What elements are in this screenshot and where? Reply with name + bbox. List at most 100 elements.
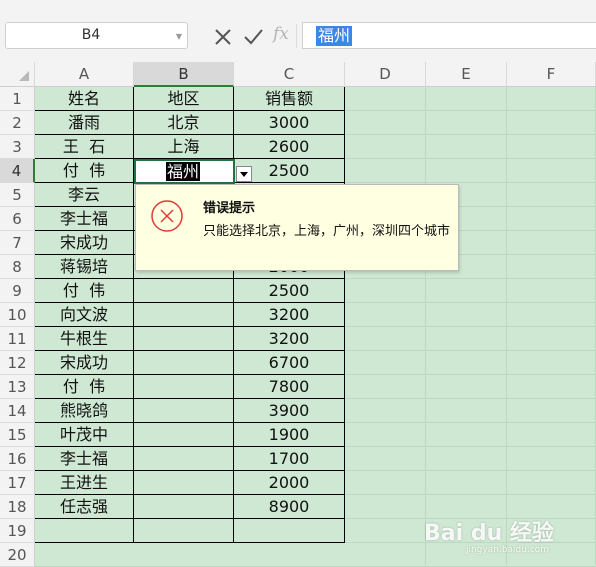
column-header-b[interactable]: B bbox=[134, 62, 234, 87]
row-header-11[interactable]: 11 bbox=[0, 327, 35, 351]
table-cell[interactable]: 李云 bbox=[35, 183, 134, 207]
table-cell[interactable]: 付 伟 bbox=[35, 375, 134, 399]
formula-content: 福州 bbox=[316, 26, 353, 46]
column-header-c[interactable]: C bbox=[234, 62, 345, 87]
row-header-4[interactable]: 4 bbox=[0, 159, 35, 183]
baidu-watermark: Bai du 经验 jingyan.baidu.com bbox=[424, 507, 574, 557]
table-cell[interactable]: 宋成功 bbox=[35, 231, 134, 255]
table-cell[interactable]: 牛根生 bbox=[35, 327, 134, 351]
table-cell[interactable] bbox=[134, 351, 234, 375]
row-header-16[interactable]: 16 bbox=[0, 447, 35, 471]
select-all-corner[interactable] bbox=[0, 62, 35, 87]
table-cell[interactable]: 上海 bbox=[134, 135, 234, 159]
active-cell-b4[interactable]: 福州 bbox=[134, 159, 235, 184]
table-cell[interactable]: 3900 bbox=[234, 399, 345, 423]
table-cell[interactable]: 向文波 bbox=[35, 303, 134, 327]
table-cell[interactable] bbox=[35, 519, 134, 543]
table-header-cell[interactable]: 地区 bbox=[134, 87, 234, 111]
table-cell[interactable]: 叶茂中 bbox=[35, 423, 134, 447]
gridline bbox=[345, 302, 596, 303]
table-header-cell[interactable]: 销售额 bbox=[234, 87, 345, 111]
table-cell[interactable] bbox=[134, 447, 234, 471]
gridline bbox=[345, 158, 596, 159]
error-circle-icon bbox=[150, 199, 184, 237]
row-header-5[interactable]: 5 bbox=[0, 183, 35, 207]
row-header-7[interactable]: 7 bbox=[0, 231, 35, 255]
row-header-20[interactable]: 20 bbox=[0, 543, 35, 567]
table-cell[interactable] bbox=[134, 303, 234, 327]
gridline bbox=[345, 422, 596, 423]
table-cell[interactable]: 宋成功 bbox=[35, 351, 134, 375]
table-cell[interactable] bbox=[134, 471, 234, 495]
row-header-3[interactable]: 3 bbox=[0, 135, 35, 159]
gridline bbox=[345, 110, 596, 111]
table-cell[interactable]: 北京 bbox=[134, 111, 234, 135]
table-cell[interactable] bbox=[134, 399, 234, 423]
table-cell[interactable]: 3200 bbox=[234, 303, 345, 327]
name-box-dropdown-icon[interactable]: ▼ bbox=[176, 32, 182, 41]
table-cell[interactable]: 王进生 bbox=[35, 471, 134, 495]
table-cell[interactable]: 熊晓鸽 bbox=[35, 399, 134, 423]
watermark-url: jingyan.baidu.com bbox=[466, 545, 550, 555]
table-cell[interactable]: 3000 bbox=[234, 111, 345, 135]
table-cell[interactable]: 1700 bbox=[234, 447, 345, 471]
table-cell[interactable]: 任志强 bbox=[35, 495, 134, 519]
table-cell[interactable]: 2000 bbox=[234, 471, 345, 495]
table-cell[interactable]: 李士福 bbox=[35, 447, 134, 471]
column-header-d[interactable]: D bbox=[345, 62, 426, 87]
active-cell-value: 福州 bbox=[166, 162, 201, 181]
table-cell[interactable] bbox=[134, 375, 234, 399]
row-header-2[interactable]: 2 bbox=[0, 111, 35, 135]
table-cell[interactable] bbox=[134, 279, 234, 303]
check-icon[interactable] bbox=[242, 26, 264, 48]
table-cell[interactable]: 6700 bbox=[234, 351, 345, 375]
table-cell[interactable]: 付 伟 bbox=[35, 159, 134, 183]
table-cell[interactable] bbox=[134, 519, 234, 543]
table-cell[interactable]: 3200 bbox=[234, 327, 345, 351]
table-cell[interactable]: 2600 bbox=[234, 135, 345, 159]
spreadsheet-grid[interactable]: ABCDEF 1 2 3 4 5 6 7 8 9 10 11 12 13 14 15 16 17 18 19 20 姓… bbox=[0, 62, 596, 567]
column-header-f[interactable]: F bbox=[507, 62, 596, 87]
row-header-19[interactable]: 19 bbox=[0, 519, 35, 543]
table-cell[interactable] bbox=[134, 495, 234, 519]
row-header-8[interactable]: 8 bbox=[0, 255, 35, 279]
column-header-a[interactable]: A bbox=[35, 62, 134, 87]
table-cell[interactable]: 付 伟 bbox=[35, 279, 134, 303]
gridline bbox=[345, 446, 596, 447]
function-icon[interactable]: fx bbox=[273, 24, 289, 44]
table-cell[interactable]: 蒋锡培 bbox=[35, 255, 134, 279]
row-header-12[interactable]: 12 bbox=[0, 351, 35, 375]
gridline bbox=[345, 374, 596, 375]
table-header-cell[interactable]: 姓名 bbox=[35, 87, 134, 111]
row-header-1[interactable]: 1 bbox=[0, 87, 35, 111]
row-header-13[interactable]: 13 bbox=[0, 375, 35, 399]
row-header-6[interactable]: 6 bbox=[0, 207, 35, 231]
row-header-17[interactable]: 17 bbox=[0, 471, 35, 495]
table-cell[interactable]: 8900 bbox=[234, 495, 345, 519]
watermark-brand: Bai du 经验 bbox=[424, 521, 554, 546]
row-header-9[interactable]: 9 bbox=[0, 279, 35, 303]
close-icon[interactable] bbox=[212, 26, 234, 48]
column-header-e[interactable]: E bbox=[426, 62, 507, 87]
table-cell[interactable]: 1900 bbox=[234, 423, 345, 447]
chevron-down-icon[interactable] bbox=[236, 166, 252, 182]
table-cell[interactable]: 7800 bbox=[234, 375, 345, 399]
table-cell[interactable]: 2500 bbox=[234, 279, 345, 303]
formula-input[interactable]: 福州 bbox=[302, 22, 596, 49]
row-header-10[interactable]: 10 bbox=[0, 303, 35, 327]
gridline bbox=[345, 134, 596, 135]
table-cell[interactable]: 潘雨 bbox=[35, 111, 134, 135]
name-box[interactable]: B4 ▼ bbox=[5, 22, 188, 49]
gridline bbox=[345, 182, 596, 183]
row-header-15[interactable]: 15 bbox=[0, 423, 35, 447]
table-cell[interactable] bbox=[134, 423, 234, 447]
error-title: 错误提示 bbox=[203, 201, 256, 216]
table-cell[interactable]: 李士福 bbox=[35, 207, 134, 231]
error-tooltip: 错误提示 只能选择北京，上海，广州，深圳四个城市 bbox=[135, 184, 459, 271]
table-cell[interactable] bbox=[234, 519, 345, 543]
row-header-14[interactable]: 14 bbox=[0, 399, 35, 423]
table-cell[interactable] bbox=[134, 327, 234, 351]
table-cell[interactable]: 王 石 bbox=[35, 135, 134, 159]
row-header-18[interactable]: 18 bbox=[0, 495, 35, 519]
name-box-value: B4 bbox=[81, 27, 101, 43]
